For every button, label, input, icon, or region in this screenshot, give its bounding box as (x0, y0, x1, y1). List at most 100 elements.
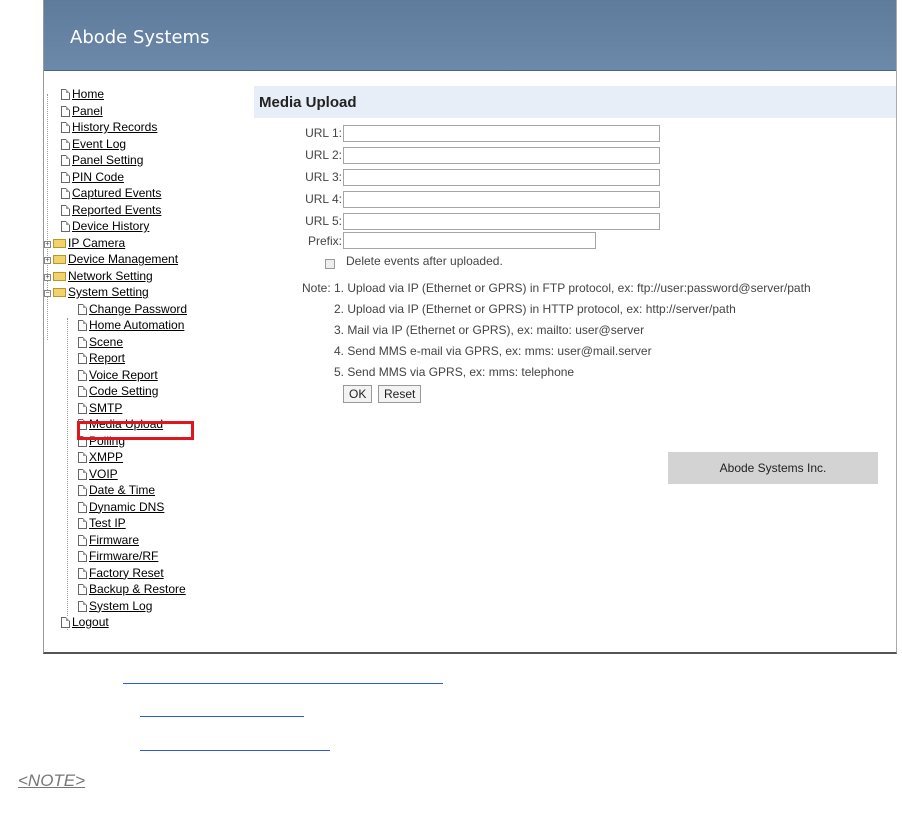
folder-icon (53, 255, 66, 264)
delete-events-checkbox[interactable] (325, 259, 335, 269)
document-icon (61, 105, 70, 117)
document-icon (78, 386, 87, 397)
header-bar: Abode Systems (44, 0, 896, 71)
nav-folder-device-management[interactable]: + Device Management (44, 251, 244, 268)
document-icon (61, 155, 70, 166)
nav-item-backup-restore[interactable]: Backup & Restore (44, 581, 244, 598)
document-icon (78, 468, 87, 480)
document-icon (61, 617, 70, 628)
nav-folder-network-setting[interactable]: + Network Setting (44, 268, 244, 285)
url1-label: URL 1: (305, 126, 342, 140)
document-icon (78, 320, 87, 331)
url2-input[interactable] (343, 147, 660, 164)
nav-item-date-time[interactable]: Date & Time (44, 482, 244, 499)
nav-item-event-log[interactable]: Event Log (44, 136, 244, 153)
url5-input[interactable] (343, 213, 660, 230)
document-icon (61, 122, 70, 133)
expand-icon[interactable]: + (44, 240, 51, 248)
note-line-3: 3. Mail via IP (Ethernet or GPRS), ex: m… (334, 323, 645, 337)
nav-item-pin-code[interactable]: PIN Code (44, 169, 244, 186)
document-icon (78, 501, 87, 513)
nav-item-firmware-rf[interactable]: Firmware/RF (44, 548, 244, 565)
document-icon (61, 221, 70, 232)
url4-label: URL 4: (305, 192, 342, 206)
note-line-2: 2. Upload via IP (Ethernet or GPRS) in H… (334, 302, 736, 316)
nav-item-device-history[interactable]: Device History (44, 218, 244, 235)
nav-tree: Home Panel History Records Event Log Pan… (44, 86, 244, 631)
nav-item-scene[interactable]: Scene (44, 334, 244, 351)
link-underline-2[interactable] (140, 716, 304, 717)
nav-item-voip[interactable]: VOIP (44, 466, 244, 483)
page-title: Media Upload (259, 94, 357, 111)
note-line-1: 1. Upload via IP (Ethernet or GPRS) in F… (334, 281, 811, 295)
nav-item-captured-events[interactable]: Captured Events (44, 185, 244, 202)
nav-item-code-setting[interactable]: Code Setting (44, 383, 244, 400)
nav-folder-ip-camera[interactable]: + IP Camera (44, 235, 244, 252)
document-icon (78, 518, 87, 529)
brand-title: Abode Systems (70, 27, 210, 48)
nav-item-report[interactable]: Report (44, 350, 244, 367)
document-icon (61, 188, 70, 199)
nav-item-reported-events[interactable]: Reported Events (44, 202, 244, 219)
collapse-icon[interactable]: − (44, 290, 51, 297)
page-title-bar: Media Upload (254, 86, 896, 118)
ok-button[interactable]: OK (343, 385, 373, 403)
nav-item-dynamic-dns[interactable]: Dynamic DNS (44, 499, 244, 516)
document-icon (78, 551, 87, 562)
nav-item-logout[interactable]: Logout (44, 614, 244, 631)
nav-item-history-records[interactable]: History Records (44, 119, 244, 136)
document-icon (78, 303, 87, 315)
document-icon (78, 402, 87, 414)
document-icon (78, 452, 87, 463)
nav-item-smtp[interactable]: SMTP (44, 400, 244, 417)
nav-item-change-password[interactable]: Change Password (44, 301, 244, 318)
nav-item-panel-setting[interactable]: Panel Setting (44, 152, 244, 169)
nav-folder-system-setting[interactable]: − System Setting (44, 284, 244, 301)
url4-input[interactable] (343, 191, 660, 208)
document-icon (78, 584, 87, 595)
url3-input[interactable] (343, 169, 660, 186)
web-ui-frame: Abode Systems Home Panel History Records… (43, 0, 897, 654)
prefix-input[interactable] (343, 232, 596, 249)
reset-button[interactable]: Reset (378, 385, 422, 403)
link-underline-1[interactable] (123, 683, 443, 684)
note-link[interactable]: <NOTE> (18, 771, 85, 791)
document-icon (78, 567, 87, 579)
selected-item-highlight (77, 421, 194, 440)
nav-item-system-log[interactable]: System Log (44, 598, 244, 615)
nav-item-firmware[interactable]: Firmware (44, 532, 244, 549)
nav-item-factory-reset[interactable]: Factory Reset (44, 565, 244, 582)
link-underline-3[interactable] (140, 750, 330, 751)
note-line-5: 5. Send MMS via GPRS, ex: mms: telephone (334, 365, 575, 379)
note-label: Note: (302, 281, 331, 295)
document-icon (61, 171, 70, 183)
folder-icon (53, 271, 66, 281)
nav-item-xmpp[interactable]: XMPP (44, 449, 244, 466)
url1-input[interactable] (343, 125, 660, 142)
document-icon (78, 353, 87, 364)
expand-icon[interactable]: + (44, 273, 51, 281)
url3-label: URL 3: (305, 170, 342, 184)
footer-company: Abode Systems Inc. (668, 452, 878, 484)
nav-item-test-ip[interactable]: Test IP (44, 515, 244, 532)
nav-item-panel[interactable]: Panel (44, 103, 244, 120)
expand-icon[interactable]: + (44, 257, 51, 264)
document-icon (78, 336, 87, 348)
note-line-4: 4. Send MMS e-mail via GPRS, ex: mms: us… (334, 344, 652, 358)
url5-label: URL 5: (305, 214, 342, 228)
document-icon (78, 600, 87, 612)
delete-events-label: Delete events after uploaded. (346, 254, 503, 268)
document-icon (78, 369, 87, 381)
folder-icon (53, 238, 66, 248)
open-folder-icon (53, 288, 66, 297)
document-icon (61, 138, 70, 150)
document-icon (61, 89, 70, 100)
nav-item-voice-report[interactable]: Voice Report (44, 367, 244, 384)
document-icon (78, 485, 87, 496)
document-icon (61, 204, 70, 216)
nav-item-home[interactable]: Home (44, 86, 244, 103)
nav-item-home-automation[interactable]: Home Automation (44, 317, 244, 334)
document-icon (78, 534, 87, 546)
prefix-label: Prefix: (307, 234, 342, 248)
url2-label: URL 2: (305, 148, 342, 162)
